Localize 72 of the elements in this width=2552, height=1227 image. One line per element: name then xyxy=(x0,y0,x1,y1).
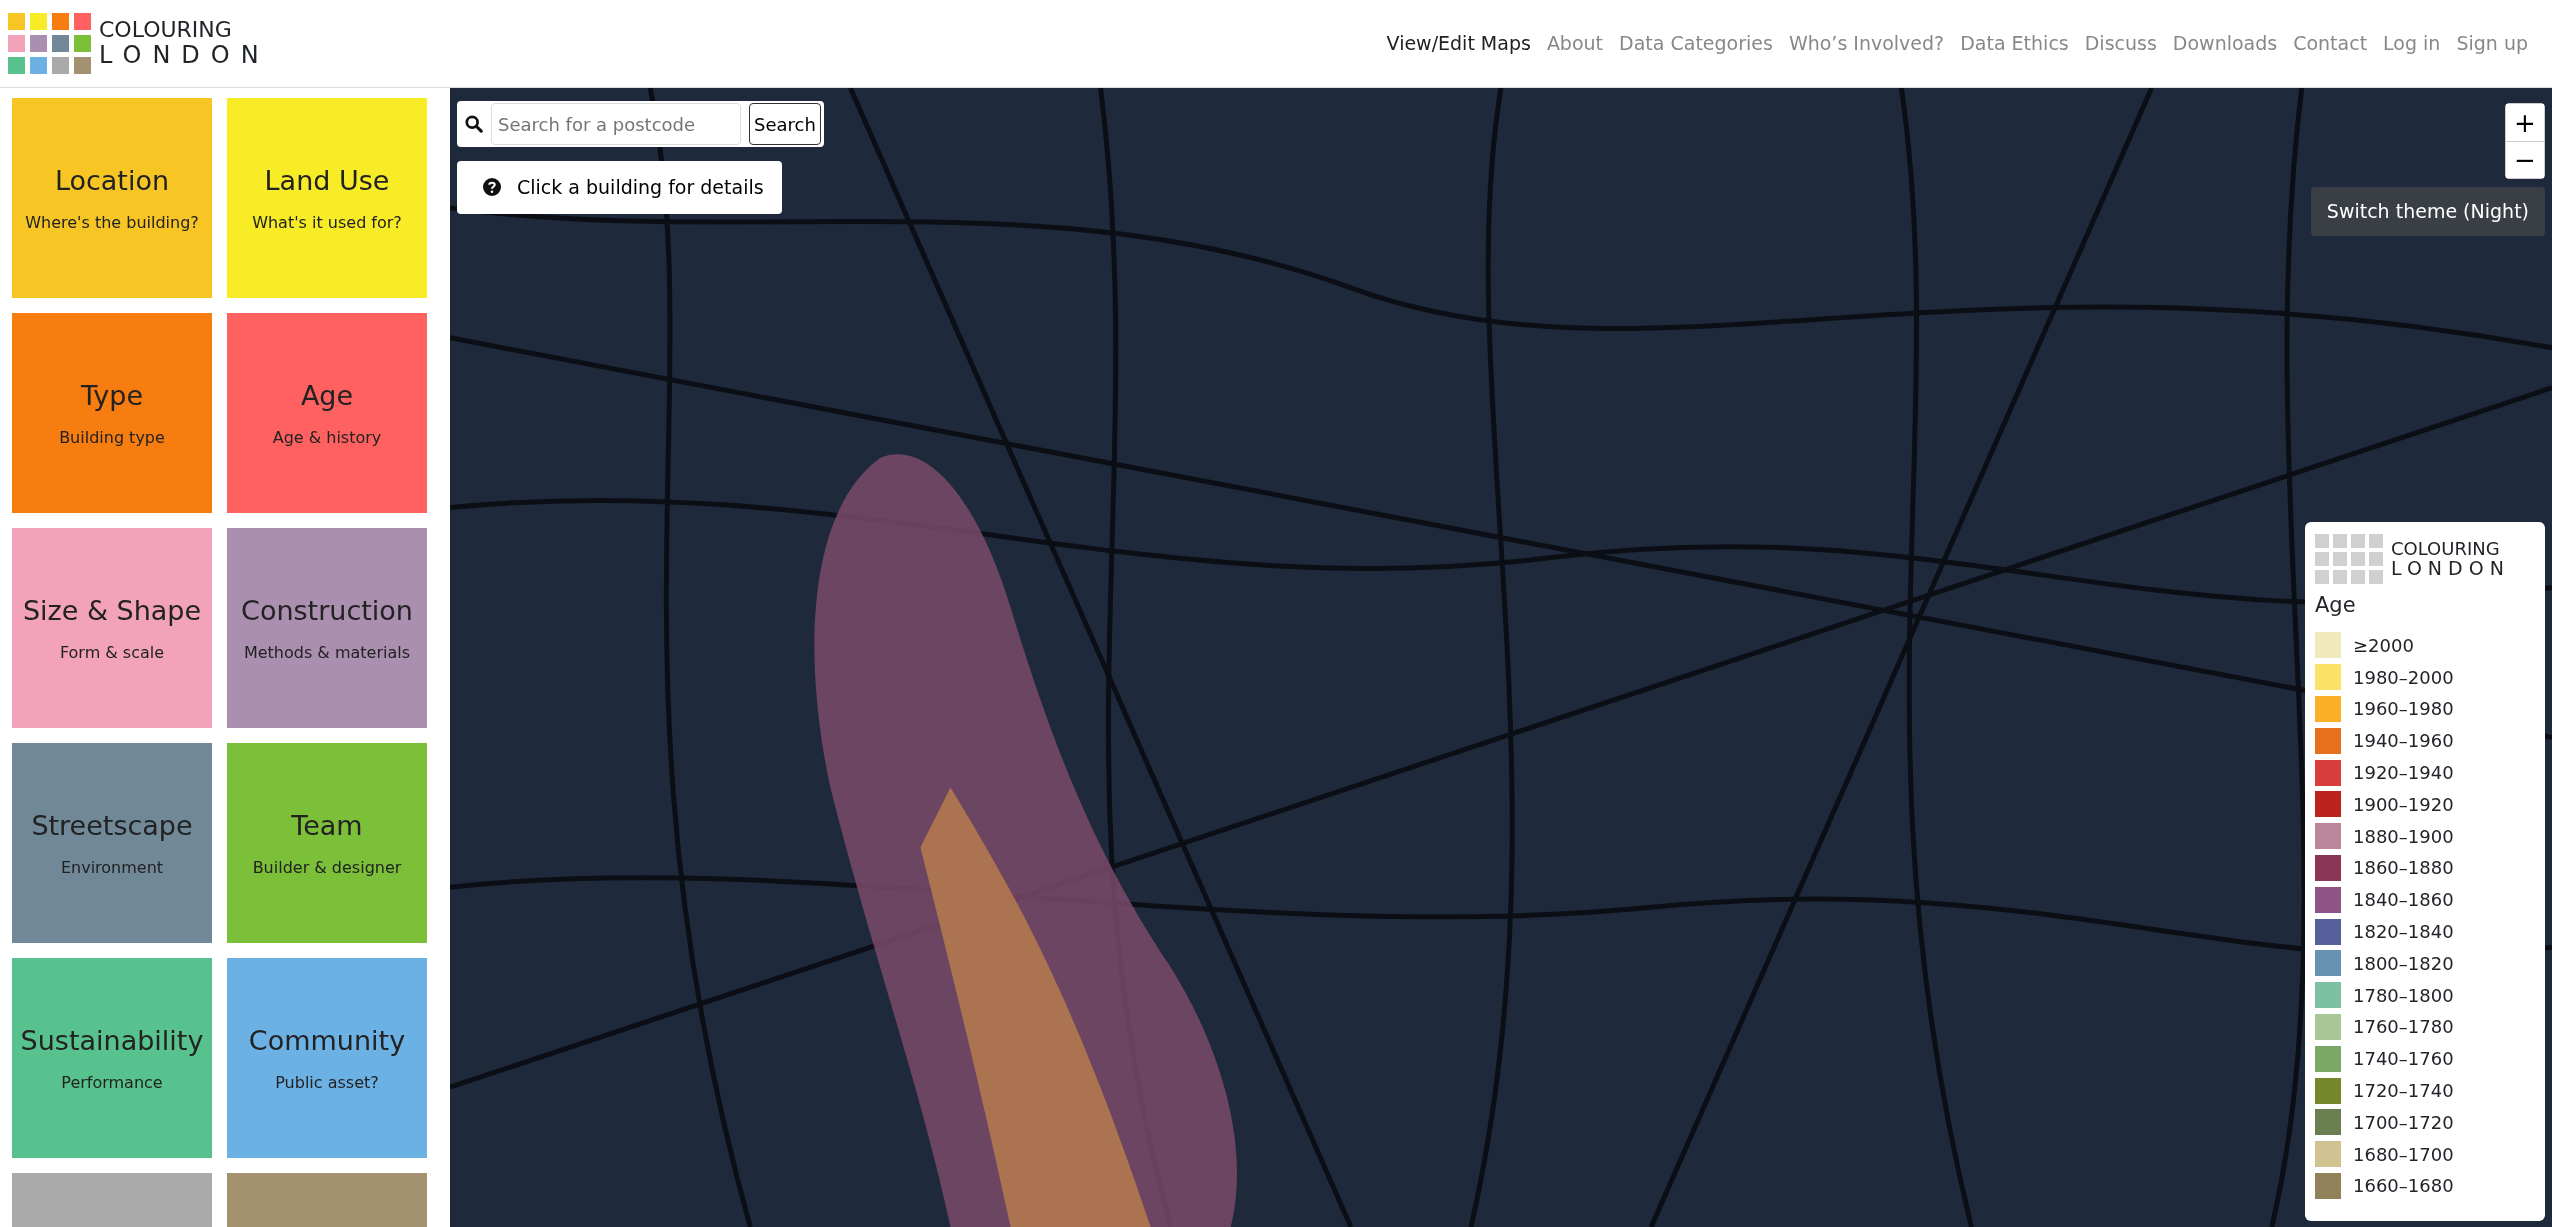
category-card[interactable]: Sustainability Performance xyxy=(12,958,212,1158)
legend-label: 1900–1920 xyxy=(2353,792,2454,817)
logo-text: COLOURING xyxy=(99,18,233,43)
zoom-out-button[interactable]: − xyxy=(2506,141,2544,178)
legend-label: 1720–1740 xyxy=(2353,1079,2454,1104)
search-icon xyxy=(465,115,483,133)
category-card[interactable]: Size & Shape Form & scale xyxy=(12,528,212,728)
legend-label: ≥2000 xyxy=(2353,633,2414,658)
category-subtitle: Building type xyxy=(59,427,165,450)
category-title: Type xyxy=(81,378,143,413)
legend-label: 1800–1820 xyxy=(2353,951,2454,976)
category-subtitle: Where's the building? xyxy=(25,212,199,235)
category-card[interactable]: Age Age & history xyxy=(227,313,427,513)
category-card[interactable]: Streetscape Environment xyxy=(12,743,212,943)
nav-link[interactable]: Downloads xyxy=(2164,29,2286,58)
legend-label: 1680–1700 xyxy=(2353,1142,2454,1167)
category-card[interactable]: Team Builder & designer xyxy=(227,743,427,943)
legend-label: 1820–1840 xyxy=(2353,920,2454,945)
legend-label: 1880–1900 xyxy=(2353,824,2454,849)
question-icon xyxy=(483,178,501,197)
nav-link[interactable]: Who’s Involved? xyxy=(1780,29,1953,58)
category-card[interactable]: Land Use What's it used for? xyxy=(227,98,427,298)
nav-link[interactable]: About xyxy=(1538,29,1612,58)
nav-link[interactable]: Data Ethics xyxy=(1952,29,2077,58)
legend-label: 1840–1860 xyxy=(2353,888,2454,913)
legend-title: Age xyxy=(2315,592,2357,619)
legend-label: 1960–1980 xyxy=(2353,697,2454,722)
category-title: Land Use xyxy=(264,163,390,198)
category-subtitle: Methods & materials xyxy=(243,642,411,665)
category-card[interactable]: Construction Methods & materials xyxy=(227,528,427,728)
legend-label: 1660–1680 xyxy=(2353,1174,2454,1199)
legend-label: 1940–1960 xyxy=(2353,729,2454,754)
logo-text: LONDON xyxy=(2391,558,2510,580)
category-title: Streetscape xyxy=(31,808,193,843)
logo-text: LONDON xyxy=(99,42,270,69)
category-title: Sustainability xyxy=(20,1023,204,1058)
nav-link[interactable]: Log in xyxy=(2375,29,2449,58)
category-title: Size & Shape xyxy=(22,593,202,628)
nav-link[interactable]: Sign up xyxy=(2448,29,2536,58)
logo-icon xyxy=(2315,534,2383,584)
nav-link[interactable]: Contact xyxy=(2285,29,2376,58)
category-subtitle: Builder & designer xyxy=(252,857,402,880)
category-title: Location xyxy=(54,163,170,198)
nav-link[interactable]: View/Edit Maps xyxy=(1378,29,1539,58)
logo-text: COLOURING xyxy=(2391,538,2501,559)
category-card[interactable]: Community Public asset? xyxy=(227,958,427,1158)
category-subtitle: Age & history xyxy=(272,427,382,450)
legend-label: 1860–1880 xyxy=(2353,856,2454,881)
legend-label: 1980–2000 xyxy=(2353,665,2454,690)
search-button[interactable]: Search xyxy=(749,103,821,145)
category-card[interactable]: Location Where's the building? xyxy=(12,98,212,298)
category-title: Age xyxy=(300,378,354,413)
logo-icon xyxy=(8,13,91,74)
legend-label: 1780–1800 xyxy=(2353,983,2454,1008)
legend-label: 1920–1940 xyxy=(2353,761,2454,786)
category-title: Team xyxy=(291,808,363,843)
search-field[interactable]: Search for a postcode xyxy=(491,103,741,145)
legend-label: 1740–1760 xyxy=(2353,1047,2454,1072)
theme-button[interactable]: Switch theme (Night) xyxy=(2310,187,2545,236)
nav-link[interactable]: Discuss xyxy=(2076,29,2165,58)
category-subtitle: Public asset? xyxy=(275,1072,379,1095)
legend-label: 1760–1780 xyxy=(2353,1015,2454,1040)
category-card[interactable]: Type Building type xyxy=(12,313,212,513)
category-subtitle: Environment xyxy=(60,857,164,880)
help-button[interactable]: Click a building for details xyxy=(457,161,782,214)
category-title: Community xyxy=(248,1023,406,1058)
nav-link[interactable]: Data Categories xyxy=(1611,29,1781,58)
category-subtitle: Performance xyxy=(61,1072,163,1095)
category-subtitle: What's it used for? xyxy=(252,212,402,235)
category-subtitle: Form & scale xyxy=(59,642,165,665)
category-title: Construction xyxy=(241,593,413,628)
legend-label: 1700–1720 xyxy=(2353,1110,2454,1135)
